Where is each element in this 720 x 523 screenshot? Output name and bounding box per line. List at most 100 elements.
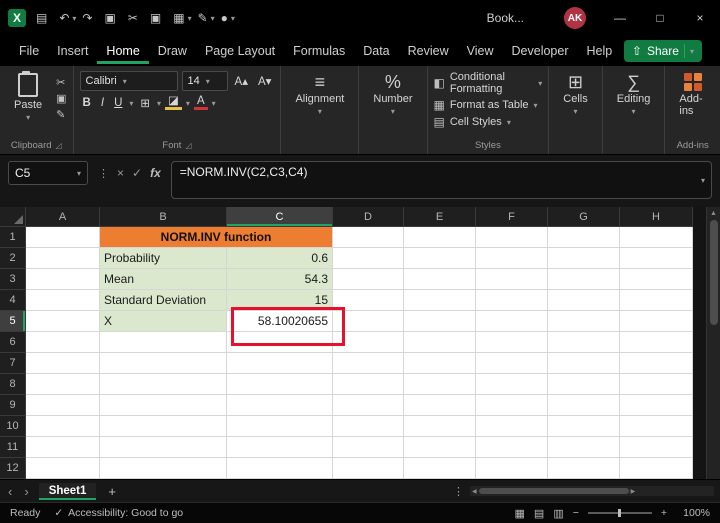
draw-chevron-icon[interactable]: ▾ — [211, 14, 215, 23]
tab-sheet1[interactable]: Sheet1 — [38, 482, 97, 500]
clipboard-icon[interactable]: ▣ — [104, 11, 115, 25]
format-as-table-button[interactable]: ▦ Format as Table ▾ — [434, 98, 543, 112]
minimize-button[interactable]: — — [600, 0, 640, 36]
row-header-7[interactable]: 7 — [0, 353, 26, 374]
row-header-1[interactable]: 1 — [0, 227, 26, 248]
cell[interactable] — [476, 458, 548, 479]
row-header-9[interactable]: 9 — [0, 395, 26, 416]
cell[interactable] — [476, 353, 548, 374]
cell[interactable] — [100, 437, 227, 458]
cell[interactable] — [476, 290, 548, 311]
conditional-formatting-chevron-icon[interactable]: ▾ — [538, 79, 542, 88]
table-icon[interactable]: ▦ — [173, 11, 184, 25]
cell-styles-chevron-icon[interactable]: ▾ — [507, 118, 511, 127]
cell[interactable] — [26, 269, 100, 290]
scroll-up-icon[interactable]: ▲ — [710, 207, 717, 220]
normal-view-icon[interactable]: ▦ — [515, 507, 525, 520]
cell-b3[interactable]: Mean — [100, 269, 227, 290]
share-chevron-icon[interactable]: ▾ — [690, 47, 694, 56]
name-box-chevron-icon[interactable]: ▾ — [77, 169, 81, 178]
decrease-font-size-button[interactable]: A▾ — [255, 74, 274, 88]
cell-title[interactable]: NORM.INV function — [100, 227, 333, 248]
cell[interactable] — [620, 353, 693, 374]
table-chevron-icon[interactable]: ▾ — [188, 14, 192, 23]
cell[interactable] — [227, 374, 333, 395]
cell[interactable] — [227, 437, 333, 458]
cells-button[interactable]: ⊞ Cells ▾ — [555, 71, 595, 118]
cell[interactable] — [476, 227, 548, 248]
confirm-entry-icon[interactable]: ✓ — [132, 166, 142, 180]
row-header-8[interactable]: 8 — [0, 374, 26, 395]
cell[interactable] — [100, 374, 227, 395]
cell[interactable] — [404, 458, 476, 479]
cell[interactable] — [548, 269, 620, 290]
maximize-button[interactable]: □ — [640, 0, 680, 36]
cell[interactable] — [476, 248, 548, 269]
cut-icon[interactable]: ✂ — [128, 11, 138, 25]
cell[interactable] — [476, 416, 548, 437]
editing-button[interactable]: ∑ Editing ▾ — [609, 71, 659, 118]
share-button[interactable]: ⇧ Share ▾ — [623, 40, 702, 62]
cell[interactable] — [476, 311, 548, 332]
cell[interactable] — [333, 416, 404, 437]
col-header-c[interactable]: C — [227, 207, 333, 227]
cell[interactable] — [100, 395, 227, 416]
cell[interactable] — [620, 290, 693, 311]
sheet-nav-right-icon[interactable]: › — [22, 484, 30, 499]
workbook-title[interactable]: Book... — [487, 11, 524, 25]
cell[interactable] — [620, 227, 693, 248]
conditional-formatting-button[interactable]: ◧ Conditional Formatting ▾ — [434, 71, 543, 95]
col-header-b[interactable]: B — [100, 207, 227, 227]
tab-overflow-icon[interactable]: ⋮ — [453, 485, 464, 498]
cell[interactable] — [404, 227, 476, 248]
cell-c3[interactable]: 54.3 — [227, 269, 333, 290]
cell[interactable] — [620, 311, 693, 332]
cell[interactable] — [620, 332, 693, 353]
cell[interactable] — [333, 311, 404, 332]
font-color-chevron-icon[interactable]: ▾ — [212, 99, 216, 108]
increase-font-size-button[interactable]: A▴ — [232, 74, 251, 88]
scroll-right-icon[interactable]: ▶ — [631, 488, 636, 495]
cell[interactable] — [26, 311, 100, 332]
save-icon[interactable]: ▤ — [36, 11, 47, 25]
cell[interactable] — [620, 437, 693, 458]
cell[interactable] — [26, 416, 100, 437]
cell-c2[interactable]: 0.6 — [227, 248, 333, 269]
zoom-out-button[interactable]: − — [573, 507, 579, 519]
page-layout-view-icon[interactable]: ▤ — [534, 507, 544, 520]
italic-button[interactable]: I — [98, 97, 107, 109]
cell[interactable] — [26, 374, 100, 395]
cell[interactable] — [404, 311, 476, 332]
more-commands-chevron-icon[interactable]: ▾ — [231, 14, 235, 23]
cell[interactable] — [548, 416, 620, 437]
cell[interactable] — [333, 395, 404, 416]
cell[interactable] — [620, 395, 693, 416]
format-painter-icon[interactable]: ✎ — [56, 109, 66, 121]
menu-insert[interactable]: Insert — [48, 38, 97, 64]
cell[interactable] — [404, 395, 476, 416]
row-header-10[interactable]: 10 — [0, 416, 26, 437]
cell[interactable] — [100, 416, 227, 437]
cell[interactable] — [548, 290, 620, 311]
cell[interactable] — [404, 290, 476, 311]
font-family-select[interactable]: Calibri ▾ — [79, 71, 178, 91]
cell[interactable] — [227, 353, 333, 374]
cell[interactable] — [548, 437, 620, 458]
draw-icon[interactable]: ✎ — [198, 11, 208, 25]
copy-icon[interactable]: ▣ — [56, 93, 66, 105]
row-header-3[interactable]: 3 — [0, 269, 26, 290]
cell[interactable] — [333, 437, 404, 458]
format-as-table-chevron-icon[interactable]: ▾ — [534, 101, 538, 110]
cell[interactable] — [227, 416, 333, 437]
menu-data[interactable]: Data — [354, 38, 398, 64]
menu-home[interactable]: Home — [97, 38, 148, 64]
col-header-f[interactable]: F — [476, 207, 548, 227]
alignment-chevron-icon[interactable]: ▾ — [318, 107, 322, 116]
cell[interactable] — [404, 437, 476, 458]
cell[interactable] — [548, 311, 620, 332]
cell[interactable] — [548, 353, 620, 374]
cell[interactable] — [26, 353, 100, 374]
cell[interactable] — [404, 374, 476, 395]
menu-file[interactable]: File — [10, 38, 48, 64]
cell[interactable] — [404, 416, 476, 437]
